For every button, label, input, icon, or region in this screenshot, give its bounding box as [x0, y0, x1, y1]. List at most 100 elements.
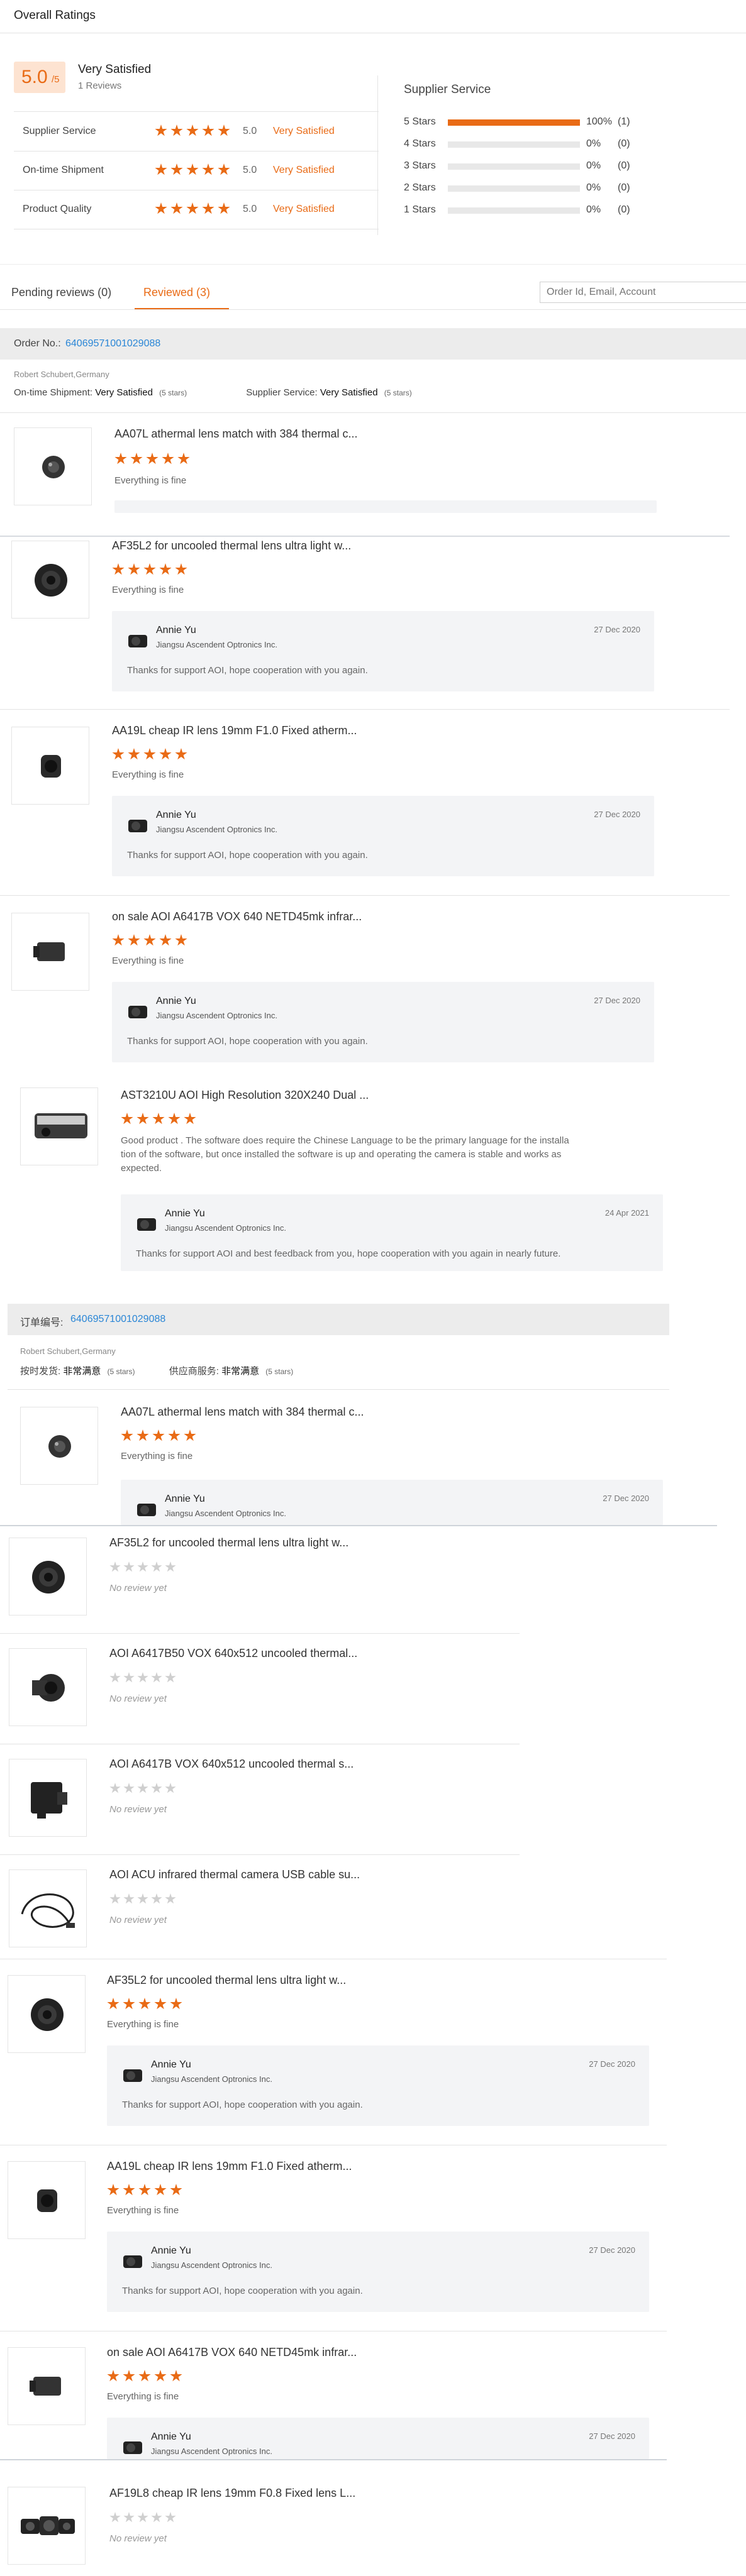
star-empty-icon	[109, 1561, 121, 1572]
star-empty-icon	[151, 1783, 162, 1793]
product-name-link[interactable]: AST3210U AOI High Resolution 320X240 Dua…	[121, 1089, 369, 1102]
product-thumbnail[interactable]	[8, 1975, 86, 2053]
breakdown-bar	[448, 163, 580, 170]
service-label: 供应商服务:	[169, 1366, 219, 1377]
reply-text: Thanks for support AOI, hope cooperation…	[127, 665, 368, 676]
product-thumbnail[interactable]	[8, 2347, 86, 2425]
product-thumbnail[interactable]	[9, 1869, 87, 1947]
star-icon	[138, 2370, 151, 2382]
star-icon	[218, 124, 230, 136]
shipment-label: On-time Shipment:	[14, 387, 93, 398]
thermal-camera-image	[31, 1782, 67, 1819]
breakdown-bar	[448, 207, 580, 214]
star-icon	[123, 2184, 135, 2196]
product-thumbnail[interactable]	[11, 913, 89, 991]
product-name-link[interactable]: AA07L athermal lens match with 384 therm…	[121, 1406, 364, 1419]
star-icon	[121, 1113, 133, 1125]
reply-date: 27 Dec 2020	[589, 2059, 635, 2069]
star-empty-icon	[137, 1783, 148, 1793]
product-thumbnail[interactable]	[9, 1648, 87, 1726]
review-stars	[107, 1998, 186, 2010]
star-icon	[184, 1113, 196, 1125]
star-icon	[128, 748, 140, 760]
product-thumbnail[interactable]	[20, 1407, 98, 1485]
star-icon	[112, 748, 125, 760]
star-icon	[121, 1429, 133, 1441]
overall-ratings-heading: Overall Ratings	[14, 9, 96, 22]
thermal-lens-image	[31, 1998, 64, 2031]
reply-date: 27 Dec 2020	[594, 810, 640, 819]
product-name-link[interactable]: AOI ACU infrared thermal camera USB cabl…	[109, 1868, 360, 1881]
star-icon	[162, 453, 174, 465]
tab-pending-reviews[interactable]: Pending reviews (0)	[11, 286, 111, 299]
thermal-camera-image	[32, 1674, 65, 1702]
star-icon	[170, 1998, 182, 2010]
product-thumbnail[interactable]	[11, 541, 89, 619]
breakdown-row: 1 Stars 0% (0)	[404, 202, 655, 217]
star-empty-icon	[151, 2512, 162, 2523]
review-text: Good product . The software does require…	[121, 1134, 637, 1175]
reply-company: Jiangsu Ascendent Optronics Inc.	[151, 2447, 272, 2456]
reply-company: Jiangsu Ascendent Optronics Inc.	[156, 1011, 277, 1020]
order-number-link[interactable]: 64069571001029088	[70, 1314, 165, 1325]
thermal-camera-image	[30, 2377, 61, 2396]
star-icon	[202, 124, 214, 136]
order-label: Order No.:	[14, 338, 61, 349]
thermal-lens-image	[37, 2189, 57, 2212]
product-thumbnail[interactable]	[14, 427, 92, 505]
product-thumbnail[interactable]	[8, 2161, 86, 2239]
star-icon	[154, 1998, 167, 2010]
star-empty-icon	[123, 1672, 135, 1683]
product-name-link[interactable]: AA19L cheap IR lens 19mm F1.0 Fixed athe…	[107, 2160, 352, 2173]
reply-company: Jiangsu Ascendent Optronics Inc.	[156, 825, 277, 834]
search-input[interactable]	[540, 282, 746, 303]
star-empty-icon	[137, 1672, 148, 1683]
reply-company: Jiangsu Ascendent Optronics Inc.	[165, 1509, 286, 1518]
reply-author: Annie Yu	[165, 1208, 205, 1219]
product-name-link[interactable]: AOI A6417B50 VOX 640x512 uncooled therma…	[109, 1647, 357, 1660]
product-thumbnail[interactable]	[9, 1759, 87, 1837]
star-icon	[170, 163, 183, 175]
star-icon	[159, 934, 172, 946]
tab-reviewed[interactable]: Reviewed (3)	[143, 286, 210, 299]
product-name-link[interactable]: on sale AOI A6417B VOX 640 NETD45mk infr…	[112, 910, 362, 923]
product-name-link[interactable]: on sale AOI A6417B VOX 640 NETD45mk infr…	[107, 2346, 357, 2359]
product-name-link[interactable]: AA07L athermal lens match with 384 therm…	[114, 427, 358, 441]
order-number-link[interactable]: 64069571001029088	[65, 338, 160, 350]
star-icon	[218, 163, 230, 175]
supplier-avatar	[123, 2441, 142, 2454]
supplier-avatar	[123, 2255, 142, 2268]
review-text: Everything is fine	[107, 2205, 179, 2216]
product-thumbnail[interactable]	[20, 1087, 98, 1165]
star-icon	[128, 934, 140, 946]
order-label: 订单编号:	[20, 1318, 64, 1328]
star-icon	[154, 2370, 167, 2382]
product-thumbnail[interactable]	[8, 2487, 86, 2565]
supplier-reply: Annie Yu Jiangsu Ascendent Optronics Inc…	[107, 2045, 649, 2126]
star-icon	[143, 934, 156, 946]
product-name-link[interactable]: AF35L2 for uncooled thermal lens ultra l…	[107, 1974, 346, 1987]
reply-date: 27 Dec 2020	[589, 2431, 635, 2441]
product-name-link[interactable]: AF35L2 for uncooled thermal lens ultra l…	[109, 1536, 348, 1549]
star-icon	[154, 2184, 167, 2196]
breakdown-label: 2 Stars	[404, 182, 436, 193]
star-icon	[175, 563, 187, 575]
shipment-stars: (5 stars)	[159, 388, 187, 397]
review-stars	[114, 453, 193, 465]
review-text-line: Good product . The software does require…	[121, 1135, 569, 1146]
service-value: 非常满意	[221, 1366, 260, 1377]
reply-author: Annie Yu	[151, 2245, 191, 2256]
review-stars	[112, 934, 191, 947]
star-empty-icon	[109, 1672, 121, 1683]
product-thumbnail[interactable]	[11, 727, 89, 805]
product-name-link[interactable]: AOI A6417B VOX 640x512 uncooled thermal …	[109, 1758, 354, 1771]
star-empty-icon	[109, 2512, 121, 2523]
supplier-reply: Annie Yu Jiangsu Ascendent Optronics Inc…	[107, 2232, 649, 2312]
product-name-link[interactable]: AF19L8 cheap IR lens 19mm F0.8 Fixed len…	[109, 2487, 355, 2500]
product-thumbnail[interactable]	[9, 1538, 87, 1616]
star-icon	[138, 2184, 151, 2196]
star-empty-icon	[165, 1783, 176, 1793]
product-name-link[interactable]: AF35L2 for uncooled thermal lens ultra l…	[112, 539, 351, 553]
star-icon	[130, 453, 143, 465]
product-name-link[interactable]: AA19L cheap IR lens 19mm F1.0 Fixed athe…	[112, 724, 357, 737]
